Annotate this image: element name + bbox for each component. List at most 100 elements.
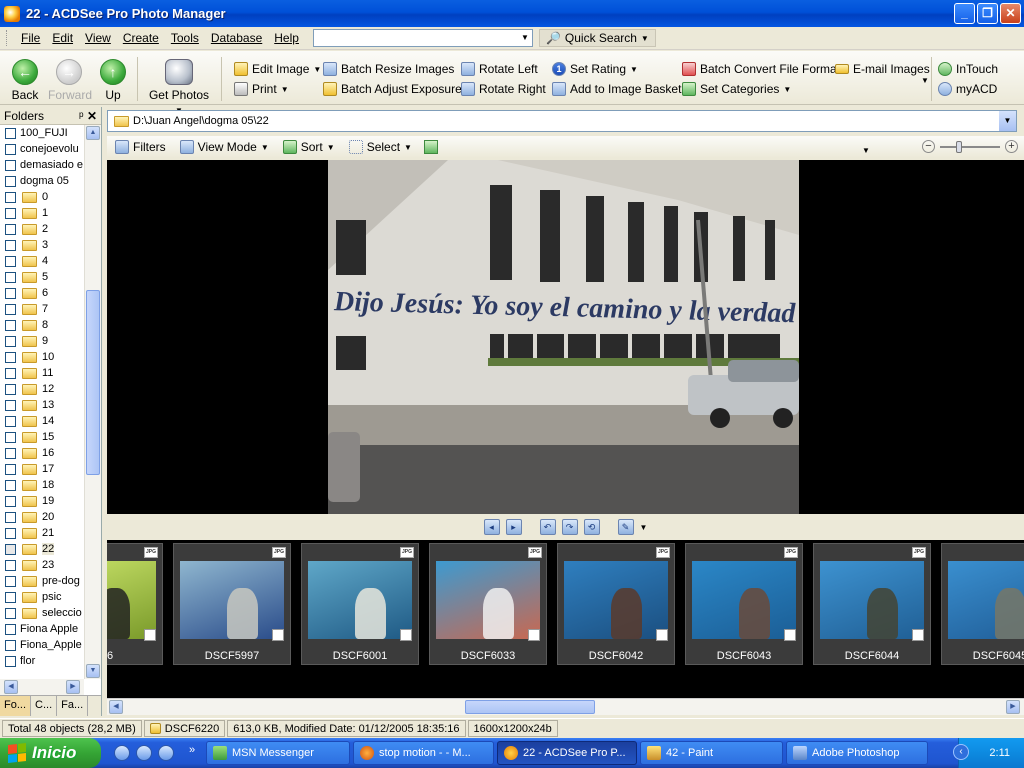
thumbnail-select-checkbox[interactable] xyxy=(528,629,540,641)
folder-tree-item[interactable]: 10 xyxy=(0,349,84,365)
thumbnail-item[interactable]: JPG DSCF5997 xyxy=(173,543,291,665)
view-mode-button[interactable]: View Mode ▼ xyxy=(179,140,269,154)
batch-convert-button[interactable]: Batch Convert File Format xyxy=(682,62,840,76)
tab-favorites[interactable]: Fa... xyxy=(57,696,89,716)
media-player-icon[interactable] xyxy=(158,745,174,761)
folder-checkbox[interactable] xyxy=(5,335,16,347)
folder-tree-item[interactable]: 9 xyxy=(0,333,84,349)
folder-checkbox[interactable] xyxy=(5,127,16,139)
folder-tree-item[interactable]: conejoevolu xyxy=(0,141,84,157)
thumbnail-item[interactable]: JPGDSCF6045 xyxy=(941,543,1024,665)
folder-checkbox[interactable] xyxy=(5,255,16,267)
close-button[interactable]: ✕ xyxy=(1000,3,1021,24)
folder-checkbox[interactable] xyxy=(5,399,16,411)
back-button[interactable]: ← Back xyxy=(8,59,42,102)
folder-tree-item[interactable]: psic xyxy=(0,589,84,605)
folder-checkbox[interactable] xyxy=(5,415,16,427)
folder-checkbox[interactable] xyxy=(5,159,16,171)
rotate-left-icon[interactable]: ↶ xyxy=(539,519,556,535)
next-image-icon[interactable]: ▸ xyxy=(505,519,522,535)
folder-checkbox[interactable] xyxy=(5,591,16,603)
folder-tree-item[interactable]: Fiona_Apple xyxy=(0,637,84,653)
tab-folders[interactable]: Fo... xyxy=(0,696,32,716)
task-acdsee[interactable]: 22 - ACDSee Pro P... xyxy=(497,741,637,765)
folder-tree-item[interactable]: 2 xyxy=(0,221,84,237)
folder-tree-item[interactable]: 8 xyxy=(0,317,84,333)
task-paint[interactable]: 42 - Paint xyxy=(640,741,783,765)
chevron-down-icon[interactable]: ▼ xyxy=(999,111,1016,131)
folder-tree-item[interactable]: demasiado e xyxy=(0,157,84,173)
folder-checkbox[interactable] xyxy=(5,351,16,363)
folder-checkbox[interactable] xyxy=(5,447,16,459)
print-button[interactable]: Print ▼ xyxy=(234,82,289,96)
folder-tree-item[interactable]: pre-dog xyxy=(0,573,84,589)
folder-tree-item[interactable]: 13 xyxy=(0,397,84,413)
zoom-slider[interactable]: − + xyxy=(922,139,1018,155)
edit-image-button[interactable]: Edit Image ▼ xyxy=(234,62,321,76)
folder-tree-item[interactable]: dogma 05 xyxy=(0,173,84,189)
folder-checkbox[interactable] xyxy=(5,319,16,331)
folder-tree-item[interactable]: 21 xyxy=(0,525,84,541)
tray-expand-icon[interactable]: ‹ xyxy=(953,744,969,760)
folder-tree-item[interactable]: 22 xyxy=(0,541,84,557)
folder-tree-item[interactable]: 18 xyxy=(0,477,84,493)
scroll-right-icon[interactable]: ▶ xyxy=(66,680,80,694)
add-to-basket-button[interactable]: Add to Image Basket xyxy=(552,82,681,96)
thumbnail-select-checkbox[interactable] xyxy=(656,629,668,641)
folder-checkbox[interactable] xyxy=(5,511,16,523)
thumbnail-item[interactable]: JPG DSCF6043 xyxy=(685,543,803,665)
folder-checkbox[interactable] xyxy=(5,175,16,187)
thumbnail-select-checkbox[interactable] xyxy=(272,629,284,641)
up-button[interactable]: ↑ Up xyxy=(99,59,127,102)
thumbnail-select-checkbox[interactable] xyxy=(144,629,156,641)
sort-button[interactable]: Sort ▼ xyxy=(282,140,335,154)
filmstrip-scrollbar[interactable]: ◀ ▶ xyxy=(107,698,1024,715)
chevron-down-icon[interactable]: ▼ xyxy=(518,30,532,46)
folder-tree-item[interactable]: 15 xyxy=(0,429,84,445)
folder-tree-item[interactable]: 20 xyxy=(0,509,84,525)
scrollbar-thumb[interactable] xyxy=(86,290,100,475)
folder-tree-item[interactable]: 23 xyxy=(0,557,84,573)
intouch-button[interactable]: InTouch xyxy=(938,62,998,76)
thumbnail-select-checkbox[interactable] xyxy=(784,629,796,641)
set-rating-button[interactable]: 1 Set Rating ▼ xyxy=(552,62,638,76)
thumbnail-select-checkbox[interactable] xyxy=(912,629,924,641)
menu-create[interactable]: Create xyxy=(117,31,165,45)
task-msn-messenger[interactable]: MSN Messenger xyxy=(206,741,350,765)
scroll-left-icon[interactable]: ◀ xyxy=(109,700,123,714)
start-button[interactable]: Inicio xyxy=(0,738,101,768)
folder-checkbox[interactable] xyxy=(5,639,16,651)
zoom-knob[interactable] xyxy=(956,141,962,153)
task-firefox[interactable]: stop motion - - M... xyxy=(353,741,494,765)
zoom-in-icon[interactable]: + xyxy=(1005,140,1018,153)
folder-tree-item[interactable]: 4 xyxy=(0,253,84,269)
rotate-right-button[interactable]: Rotate Right xyxy=(461,82,546,96)
close-pane-icon[interactable]: ✕ xyxy=(87,109,97,123)
address-bar[interactable]: D:\Juan Angel\dogma 05\22 ▼ xyxy=(107,110,1017,132)
folder-tree-scrollbar[interactable]: ▲ ▼ xyxy=(84,125,101,679)
menu-help[interactable]: Help xyxy=(268,31,305,45)
folder-tree-item[interactable]: seleccio xyxy=(0,605,84,621)
thumbnail-item[interactable]: JPG 996 xyxy=(107,543,163,665)
quick-search-input[interactable]: ▼ xyxy=(312,29,533,47)
menu-database[interactable]: Database xyxy=(205,31,268,45)
scrollbar-thumb[interactable] xyxy=(465,700,595,714)
edit-palette-icon[interactable]: ✎ xyxy=(617,519,634,535)
set-categories-button[interactable]: Set Categories ▼ xyxy=(682,82,791,96)
folder-tree-item[interactable]: 17 xyxy=(0,461,84,477)
acdsee-app-icon[interactable] xyxy=(4,5,20,22)
previous-image-icon[interactable]: ◂ xyxy=(483,519,500,535)
folder-checkbox[interactable] xyxy=(5,655,16,667)
folder-checkbox[interactable] xyxy=(5,143,16,155)
reset-icon[interactable]: ⟲ xyxy=(583,519,600,535)
scroll-right-icon[interactable]: ▶ xyxy=(1006,700,1020,714)
quick-launch-chevron-icon[interactable]: » xyxy=(189,744,195,756)
quick-search-button[interactable]: 🔎 Quick Search ▼ xyxy=(538,29,656,47)
checkmark-toggle-button[interactable] xyxy=(423,140,438,154)
folder-tree-item[interactable]: 3 xyxy=(0,237,84,253)
batch-resize-button[interactable]: Batch Resize Images xyxy=(323,62,454,76)
batch-adjust-exposure-button[interactable]: Batch Adjust Exposure xyxy=(323,82,462,96)
filters-button[interactable]: Filters xyxy=(115,140,166,154)
preview-photo[interactable]: Dijo Jesús: Yo soy el camino y la verdad… xyxy=(328,160,799,514)
folder-tree-item[interactable]: 19 xyxy=(0,493,84,509)
